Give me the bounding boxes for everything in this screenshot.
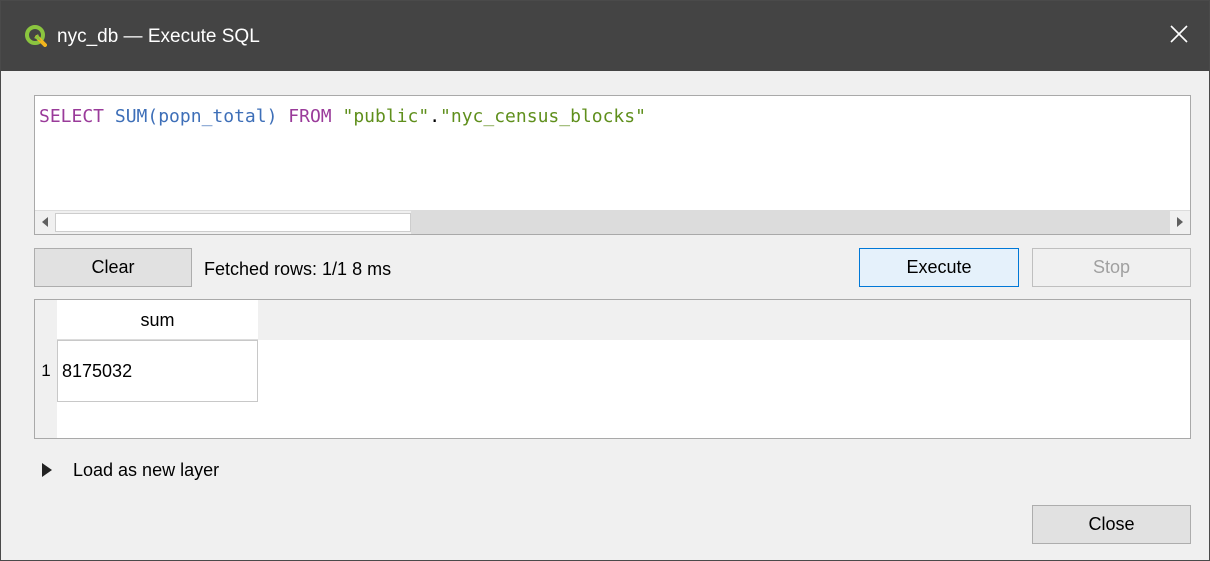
- sql-dot: .: [429, 106, 441, 127]
- triangle-right-icon: [41, 462, 55, 478]
- sql-keyword-from: FROM: [288, 106, 332, 127]
- sql-schema-name: "public": [342, 106, 430, 127]
- sql-function-sum: SUM(popn_total): [114, 106, 278, 127]
- sql-space: [277, 106, 288, 127]
- results-table[interactable]: sum 1 8175032: [34, 299, 1191, 439]
- scrollbar-track[interactable]: [411, 211, 1170, 234]
- window-title: nyc_db — Execute SQL: [57, 26, 260, 47]
- table-corner[interactable]: [35, 300, 57, 340]
- sql-space: [104, 106, 115, 127]
- sql-table-name: "nyc_census_blocks": [440, 106, 646, 127]
- scroll-right-button[interactable]: [1170, 211, 1190, 234]
- qgis-logo-icon: [25, 25, 47, 47]
- sql-keyword-select: SELECT: [39, 106, 105, 127]
- chevron-right-icon: [1176, 214, 1184, 232]
- load-as-new-layer-label: Load as new layer: [73, 460, 220, 480]
- scroll-left-button[interactable]: [35, 211, 55, 234]
- load-as-new-layer-toggle[interactable]: Load as new layer: [41, 458, 219, 482]
- execute-button[interactable]: Execute: [859, 248, 1019, 287]
- row-header[interactable]: 1: [35, 340, 57, 402]
- chevron-left-icon: [41, 214, 49, 232]
- table-cell[interactable]: 8175032: [57, 340, 258, 402]
- close-icon: [1170, 24, 1188, 48]
- sql-space: [332, 106, 343, 127]
- sql-editor[interactable]: SELECT SUM(popn_total) FROM "public"."ny…: [34, 95, 1191, 235]
- row-header-filler: [35, 402, 57, 438]
- editor-horizontal-scrollbar[interactable]: [35, 210, 1190, 234]
- header-filler: [258, 300, 1190, 340]
- column-header-sum[interactable]: sum: [57, 300, 258, 340]
- clear-button[interactable]: Clear: [34, 248, 192, 287]
- close-window-button[interactable]: [1149, 1, 1209, 71]
- fetched-rows-status: Fetched rows: 1/1 8 ms: [204, 259, 392, 279]
- title-bar[interactable]: nyc_db — Execute SQL: [1, 1, 1209, 71]
- sql-query-text: SELECT SUM(popn_total) FROM "public"."ny…: [39, 106, 646, 128]
- scrollbar-thumb[interactable]: [55, 213, 411, 232]
- close-button[interactable]: Close: [1032, 505, 1191, 544]
- execute-sql-dialog: nyc_db — Execute SQL SELECT SUM(popn_tot…: [0, 0, 1210, 561]
- stop-button: Stop: [1032, 248, 1191, 287]
